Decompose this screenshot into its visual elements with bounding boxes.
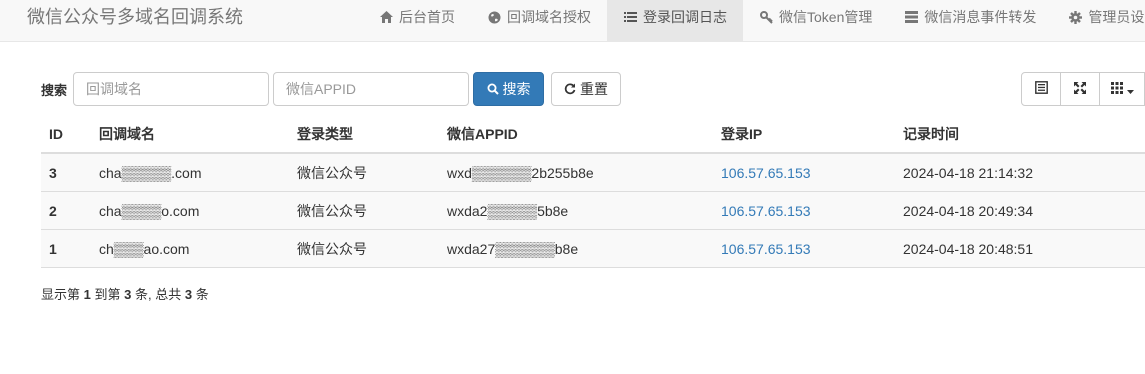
nav-label: 管理员设置 <box>1088 9 1145 25</box>
header-domain[interactable]: 回调域名 <box>91 115 289 154</box>
search-icon <box>487 83 499 95</box>
cell-login-type: 微信公众号 <box>289 152 439 192</box>
pagination-mid: 条, 总共 <box>135 287 182 302</box>
brand-title[interactable]: 微信公众号多域名回调系统 <box>27 0 243 42</box>
header-appid[interactable]: 微信APPID <box>439 115 713 154</box>
login-log-table: ID 回调域名 登录类型 微信APPID 登录IP 记录时间 3 cha▒▒▒▒… <box>41 115 1145 268</box>
cell-domain: ch▒▒▒ao.com <box>91 229 289 268</box>
cell-id: 1 <box>41 229 91 268</box>
search-label: 搜索 <box>41 83 68 98</box>
list-alt-icon <box>1034 81 1048 97</box>
nav-item-home[interactable]: 后台首页 <box>363 0 471 42</box>
hdd-icon <box>904 10 918 24</box>
table-header-row: ID 回调域名 登录类型 微信APPID 登录IP 记录时间 <box>41 115 1145 154</box>
nav-label: 回调域名授权 <box>507 9 591 25</box>
reset-button-label: 重置 <box>580 81 608 97</box>
globe-icon <box>487 10 501 24</box>
header-login-ip[interactable]: 登录IP <box>713 115 895 154</box>
cell-login-ip[interactable]: 106.57.65.153 <box>713 229 895 268</box>
home-icon <box>379 10 393 24</box>
nav-item-admin-settings[interactable]: 管理员设置 <box>1052 0 1145 42</box>
main-nav: 后台首页 回调域名授权 登录回调日志 微信Token管理 微信消息事件转发 管理… <box>363 0 1145 42</box>
columns-toggle-button[interactable] <box>1099 72 1145 106</box>
pagination-from: 1 <box>83 287 91 302</box>
domain-search-input[interactable] <box>73 72 269 106</box>
cell-appid: wxda2▒▒▒▒▒5b8e <box>439 191 713 230</box>
key-icon <box>759 10 773 24</box>
cell-id: 3 <box>41 152 91 192</box>
pagination-suffix: 条 <box>195 287 209 302</box>
table-tools <box>1021 72 1145 106</box>
pagination-total: 3 <box>184 287 193 302</box>
navbar: 微信公众号多域名回调系统 后台首页 回调域名授权 登录回调日志 微信Token管… <box>0 0 1145 42</box>
nav-item-login-log[interactable]: 登录回调日志 <box>607 0 743 42</box>
grid-icon <box>1110 81 1123 97</box>
cell-record-time: 2024-04-18 20:49:34 <box>895 191 1145 230</box>
cell-id: 2 <box>41 191 91 230</box>
cell-login-ip[interactable]: 106.57.65.153 <box>713 191 895 230</box>
caret-down-icon <box>1126 81 1134 97</box>
fullscreen-icon <box>1074 81 1086 97</box>
refresh-icon <box>564 83 576 95</box>
nav-label: 微信Token管理 <box>779 9 873 25</box>
table-row[interactable]: 1 ch▒▒▒ao.com 微信公众号 wxda27▒▒▒▒▒▒b8e 106.… <box>41 229 1145 268</box>
cell-login-ip[interactable]: 106.57.65.153 <box>713 152 895 192</box>
cell-login-type: 微信公众号 <box>289 191 439 230</box>
appid-search-input[interactable] <box>273 72 469 106</box>
nav-item-token[interactable]: 微信Token管理 <box>743 0 888 42</box>
nav-item-event-forward[interactable]: 微信消息事件转发 <box>888 0 1052 42</box>
cell-record-time: 2024-04-18 21:14:32 <box>895 152 1145 192</box>
nav-label: 登录回调日志 <box>643 9 727 25</box>
toggle-view-button[interactable] <box>1021 72 1061 106</box>
cell-record-time: 2024-04-18 20:48:51 <box>895 229 1145 268</box>
pagination-to-label: 到第 <box>94 287 121 302</box>
header-login-type[interactable]: 登录类型 <box>289 115 439 154</box>
header-record-time[interactable]: 记录时间 <box>895 115 1145 154</box>
pagination-to: 3 <box>124 287 132 302</box>
pagination-prefix: 显示第 <box>41 287 81 302</box>
table-row[interactable]: 2 cha▒▒▒▒o.com 微信公众号 wxda2▒▒▒▒▒5b8e 106.… <box>41 191 1145 230</box>
search-button-label: 搜索 <box>502 81 531 97</box>
cell-appid: wxd▒▒▒▒▒▒2b255b8e <box>439 152 713 192</box>
fullscreen-button[interactable] <box>1060 72 1100 106</box>
cell-domain: cha▒▒▒▒▒.com <box>91 152 289 192</box>
cell-domain: cha▒▒▒▒o.com <box>91 191 289 230</box>
list-icon <box>623 10 637 24</box>
gear-icon <box>1068 10 1082 24</box>
nav-item-domain-auth[interactable]: 回调域名授权 <box>471 0 607 42</box>
nav-label: 后台首页 <box>399 9 455 25</box>
search-button[interactable]: 搜索 <box>473 72 544 106</box>
header-id[interactable]: ID <box>41 115 91 154</box>
reset-button[interactable]: 重置 <box>551 72 621 106</box>
pagination-info: 显示第 1 到第 3 条, 总共 3 条 <box>41 284 209 303</box>
cell-login-type: 微信公众号 <box>289 229 439 268</box>
cell-appid: wxda27▒▒▒▒▒▒b8e <box>439 229 713 268</box>
table-row[interactable]: 3 cha▒▒▒▒▒.com 微信公众号 wxd▒▒▒▒▒▒2b255b8e 1… <box>41 152 1145 192</box>
nav-label: 微信消息事件转发 <box>924 9 1037 25</box>
